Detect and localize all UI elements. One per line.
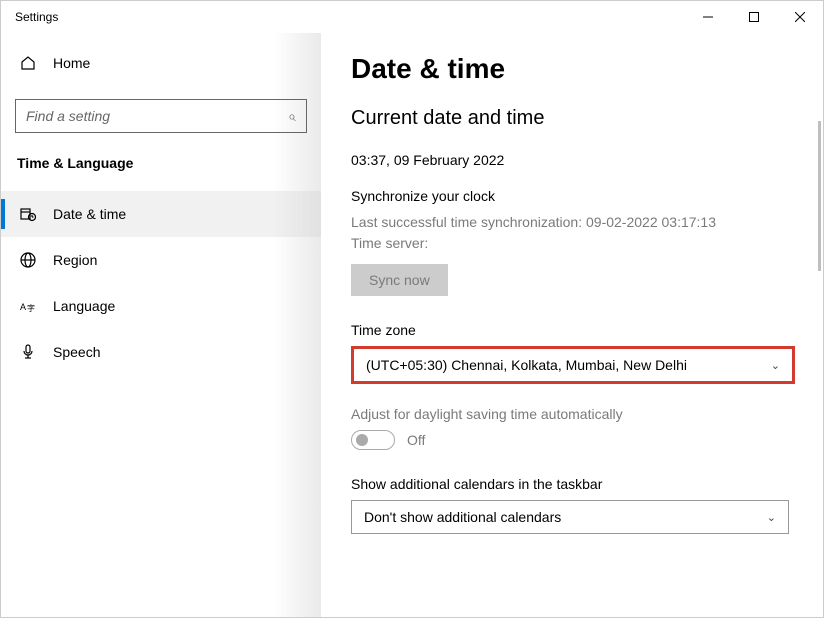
- language-icon: A字: [19, 297, 37, 315]
- nav-label: Date & time: [53, 206, 126, 222]
- sidebar-item-language[interactable]: A字 Language: [1, 283, 321, 329]
- nav-label: Region: [53, 252, 97, 268]
- chevron-down-icon: ⌄: [767, 511, 776, 524]
- svg-text:A: A: [20, 302, 26, 312]
- home-label: Home: [53, 55, 90, 71]
- sidebar-item-home[interactable]: Home: [1, 43, 321, 83]
- last-sync-text: Last successful time synchronization: 09…: [351, 212, 793, 233]
- maximize-button[interactable]: [731, 1, 777, 33]
- current-datetime-value: 03:37, 09 February 2022: [351, 152, 793, 168]
- dst-toggle[interactable]: [351, 430, 395, 450]
- page-title: Date & time: [351, 53, 793, 85]
- additional-calendars-label: Show additional calendars in the taskbar: [351, 476, 793, 492]
- search-field[interactable]: [26, 108, 288, 124]
- sync-now-button[interactable]: Sync now: [351, 264, 448, 296]
- nav-label: Language: [53, 298, 115, 314]
- microphone-icon: [19, 343, 37, 361]
- calendar-clock-icon: [19, 205, 37, 223]
- timezone-value: (UTC+05:30) Chennai, Kolkata, Mumbai, Ne…: [366, 357, 687, 373]
- dst-label: Adjust for daylight saving time automati…: [351, 406, 793, 422]
- toggle-knob: [356, 434, 368, 446]
- nav-label: Speech: [53, 344, 100, 360]
- additional-calendars-value: Don't show additional calendars: [364, 509, 561, 525]
- sidebar-item-date-time[interactable]: Date & time: [1, 191, 321, 237]
- dst-toggle-row: Off: [351, 430, 793, 450]
- globe-icon: [19, 251, 37, 269]
- sidebar-item-region[interactable]: Region: [1, 237, 321, 283]
- sidebar-item-speech[interactable]: Speech: [1, 329, 321, 375]
- sidebar: Home ⌕ Time & Language Date & time Regio…: [1, 33, 321, 617]
- window-controls: [685, 1, 823, 33]
- home-icon: [19, 54, 37, 72]
- section-heading: Time & Language: [1, 155, 321, 171]
- timezone-label: Time zone: [351, 322, 793, 338]
- sync-clock-label: Synchronize your clock: [351, 188, 793, 204]
- window-title: Settings: [15, 10, 58, 24]
- scrollbar[interactable]: [818, 121, 821, 271]
- dst-state: Off: [407, 432, 425, 448]
- search-icon: ⌕: [288, 108, 296, 125]
- main-content: Date & time Current date and time 03:37,…: [321, 33, 823, 617]
- time-server-text: Time server:: [351, 233, 793, 254]
- titlebar: Settings: [1, 1, 823, 33]
- timezone-dropdown[interactable]: (UTC+05:30) Chennai, Kolkata, Mumbai, Ne…: [351, 346, 795, 384]
- close-button[interactable]: [777, 1, 823, 33]
- additional-calendars-dropdown[interactable]: Don't show additional calendars ⌄: [351, 500, 789, 534]
- minimize-button[interactable]: [685, 1, 731, 33]
- current-datetime-heading: Current date and time: [351, 107, 793, 130]
- chevron-down-icon: ⌄: [771, 359, 780, 372]
- search-input[interactable]: ⌕: [15, 99, 307, 133]
- svg-text:字: 字: [27, 303, 35, 313]
